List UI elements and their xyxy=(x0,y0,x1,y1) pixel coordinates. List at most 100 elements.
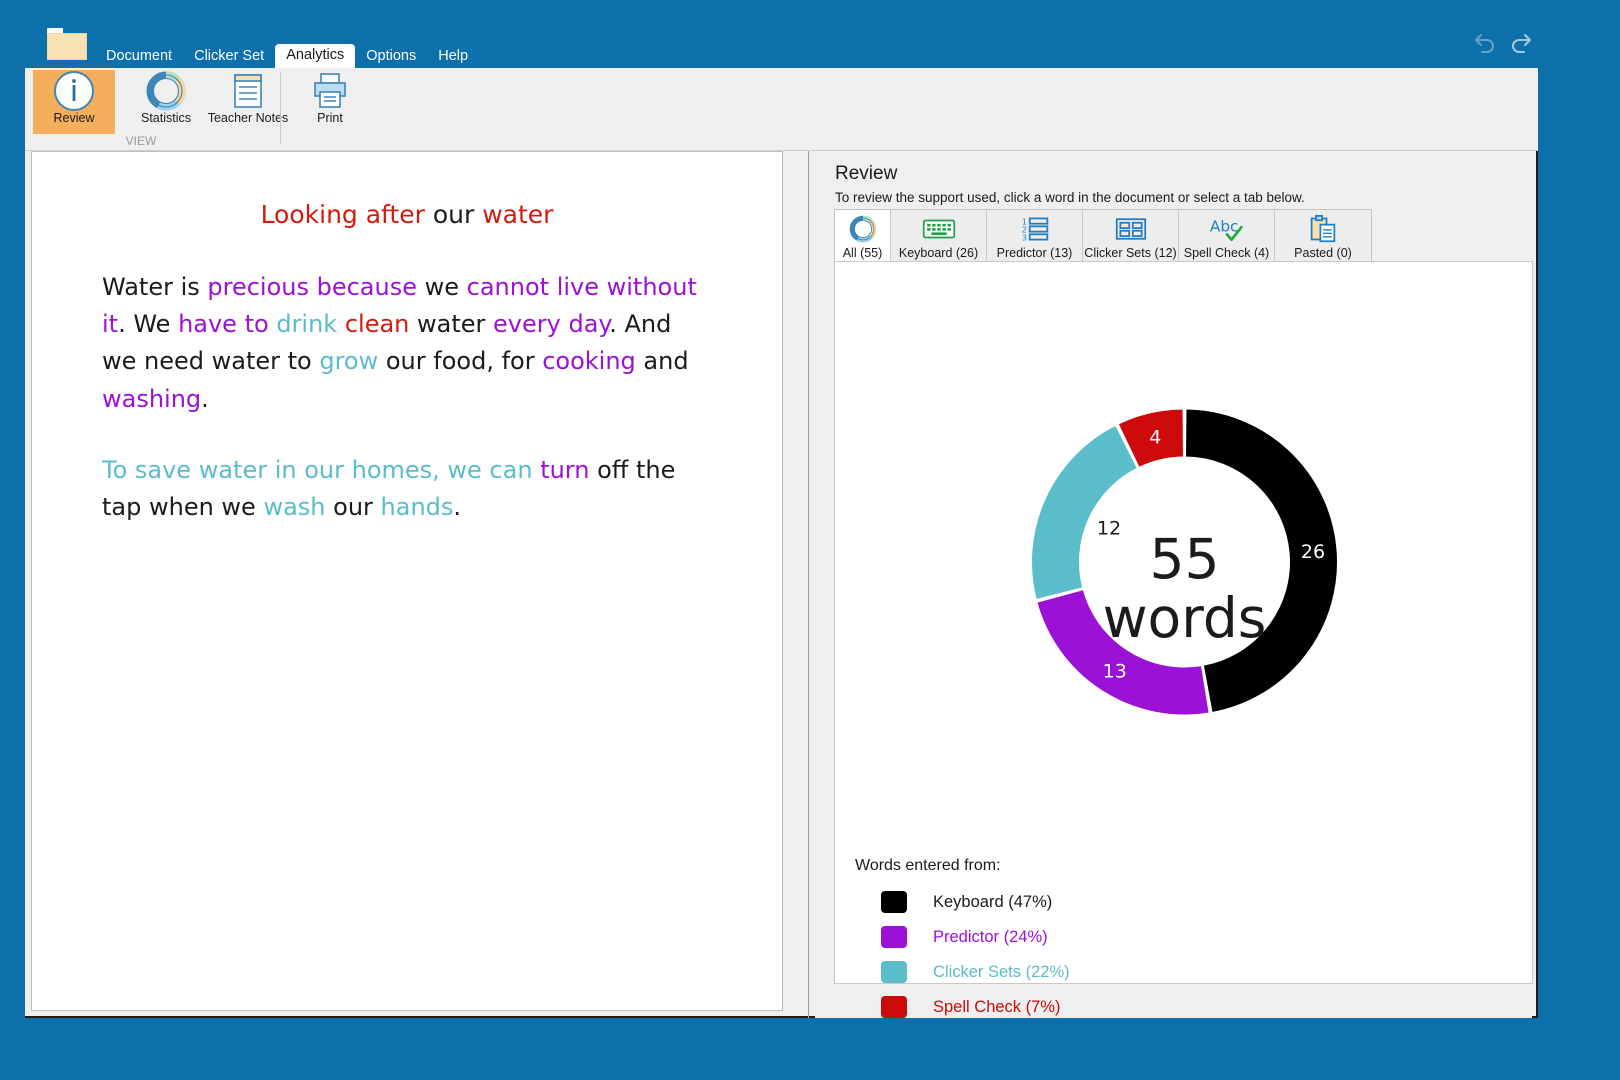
text-run[interactable]: water xyxy=(417,310,493,338)
ribbon-button-print[interactable]: Print xyxy=(289,70,371,134)
tab-label-predictor: Predictor (13) xyxy=(996,246,1073,260)
clipboard-icon xyxy=(1309,214,1337,244)
donut-value-label: 26 xyxy=(1301,541,1325,563)
text-run[interactable]: . xyxy=(201,385,209,413)
document-title: Looking after our water xyxy=(32,200,782,229)
menu-item-analytics[interactable]: Analytics xyxy=(275,43,356,68)
review-heading: Review xyxy=(835,163,898,184)
text-run[interactable]: cooking xyxy=(542,347,643,375)
ribbon-label-teacher-notes: Teacher Notes xyxy=(207,111,289,125)
legend-row[interactable]: Clicker Sets (22%) xyxy=(881,961,1515,983)
review-pane: Review To review the support used, click… xyxy=(815,151,1534,1018)
legend-title: Words entered from: xyxy=(855,857,1001,874)
donut-chart-icon xyxy=(125,70,207,112)
text-run[interactable]: . xyxy=(453,493,461,521)
review-subheading: To review the support used, click a word… xyxy=(835,190,1305,205)
document-pane[interactable]: Looking after our water Water is preciou… xyxy=(31,151,783,1011)
undo-redo-group xyxy=(1470,30,1536,54)
document-paragraph[interactable]: Water is precious because we cannot live… xyxy=(102,269,712,418)
grid-cells-icon xyxy=(1115,214,1147,244)
tab-label-pasted: Pasted (0) xyxy=(1294,246,1352,260)
folder-icon[interactable] xyxy=(47,28,87,60)
ribbon-label-print: Print xyxy=(317,111,343,125)
ribbon-button-statistics[interactable]: Statistics xyxy=(125,70,207,134)
donut-chart-icon xyxy=(848,214,878,244)
tab-label-spell-check: Spell Check (4) xyxy=(1183,246,1270,260)
legend-row[interactable]: Keyboard (47%) xyxy=(881,891,1515,913)
text-run[interactable]: have to xyxy=(178,310,276,338)
svg-text:Abc: Abc xyxy=(1209,218,1238,236)
legend-label: Clicker Sets (22%) xyxy=(933,962,1070,981)
text-run[interactable]: washing xyxy=(102,385,201,413)
svg-text:3: 3 xyxy=(1021,233,1026,242)
legend-label: Predictor (24%) xyxy=(933,927,1048,946)
tab-pasted[interactable]: Pasted (0) xyxy=(1275,210,1371,264)
text-run[interactable]: To save water in our homes, we can xyxy=(102,456,540,484)
keyboard-icon xyxy=(922,214,956,244)
text-run[interactable]: water xyxy=(482,200,553,229)
text-run[interactable]: wash xyxy=(263,493,333,521)
text-run[interactable]: Water is xyxy=(102,273,207,301)
legend-rows: Keyboard (47%) Predictor (24%) Clicker Set… xyxy=(855,891,1515,1018)
text-run[interactable]: our food, for xyxy=(386,347,542,375)
text-run[interactable]: and xyxy=(643,347,688,375)
document-paragraph[interactable]: To save water in our homes, we can turn … xyxy=(102,452,712,526)
text-run[interactable]: . We xyxy=(118,310,178,338)
predictor-list-icon: 123 xyxy=(1020,214,1050,244)
text-run[interactable]: every day xyxy=(493,310,609,338)
legend-label: Spell Check (7%) xyxy=(933,997,1061,1016)
tab-label-keyboard: Keyboard (26) xyxy=(898,246,979,260)
text-run[interactable]: grow xyxy=(319,347,386,375)
text-run[interactable]: our xyxy=(433,200,482,229)
text-run[interactable]: turn xyxy=(540,456,597,484)
menu-item-clicker-set[interactable]: Clicker Set xyxy=(183,45,275,69)
menu-bar: Document Clicker Set Analytics Options Help xyxy=(95,42,479,68)
ribbon-button-review[interactable]: Review xyxy=(33,70,115,134)
ribbon-separator xyxy=(280,72,281,144)
legend-swatch xyxy=(881,926,907,948)
ribbon-toolbar: Review Statistics Teacher Notes Print VI… xyxy=(25,68,1538,151)
tab-label-clicker-sets: Clicker Sets (12) xyxy=(1084,246,1177,260)
tab-keyboard[interactable]: Keyboard (26) xyxy=(891,210,987,264)
folder-icon-body xyxy=(47,33,87,60)
menu-item-help[interactable]: Help xyxy=(427,45,479,69)
text-run[interactable]: Looking after xyxy=(261,200,433,229)
text-run[interactable]: precious because xyxy=(207,273,424,301)
text-run[interactable]: drink xyxy=(276,310,345,338)
tab-clicker-sets[interactable]: Clicker Sets (12) xyxy=(1083,210,1179,264)
tab-all[interactable]: All (55) xyxy=(835,210,891,264)
donut-chart-svg[interactable]: 26 13 12 4 xyxy=(835,262,1534,862)
text-run[interactable]: hands xyxy=(381,493,454,521)
donut-value-label: 12 xyxy=(1097,518,1121,540)
info-circle-icon xyxy=(33,70,115,112)
legend-label: Keyboard (47%) xyxy=(933,892,1053,911)
undo-arrow-icon[interactable] xyxy=(1470,30,1496,54)
text-run[interactable]: clean xyxy=(345,310,417,338)
ribbon-group-label-view: VIEW xyxy=(125,134,157,148)
legend-row[interactable]: Predictor (24%) xyxy=(881,926,1515,948)
donut-value-label: 4 xyxy=(1149,426,1161,448)
tab-spell-check[interactable]: Abc Spell Check (4) xyxy=(1179,210,1275,264)
redo-arrow-icon[interactable] xyxy=(1510,30,1536,54)
pane-divider[interactable] xyxy=(808,151,809,1018)
legend-row[interactable]: Spell Check (7%) xyxy=(881,996,1515,1018)
tab-predictor[interactable]: 123 Predictor (13) xyxy=(987,210,1083,264)
ribbon-button-teacher-notes[interactable]: Teacher Notes xyxy=(198,70,298,134)
document-body[interactable]: Water is precious because we cannot live… xyxy=(102,269,712,526)
donut-segment-clicker-sets[interactable] xyxy=(1031,424,1138,601)
text-run[interactable]: we xyxy=(425,273,467,301)
text-run[interactable]: our xyxy=(333,493,380,521)
legend-swatch xyxy=(881,891,907,913)
notes-document-icon xyxy=(198,70,298,112)
legend-swatch xyxy=(881,961,907,983)
printer-icon xyxy=(289,70,371,112)
ribbon-label-statistics: Statistics xyxy=(140,111,191,125)
menu-item-options[interactable]: Options xyxy=(355,45,427,69)
donut-chart[interactable]: 26 13 12 4 55 words xyxy=(835,262,1534,862)
ribbon-label-review: Review xyxy=(53,111,95,125)
title-bar: Document Clicker Set Analytics Options Help xyxy=(0,0,1620,68)
chart-legend: Words entered from: Keyboard (47%) Predic… xyxy=(855,857,1515,1031)
menu-item-document[interactable]: Document xyxy=(95,45,183,69)
donut-segment-predictor[interactable] xyxy=(1036,589,1210,716)
tab-label-all: All (55) xyxy=(842,246,883,260)
